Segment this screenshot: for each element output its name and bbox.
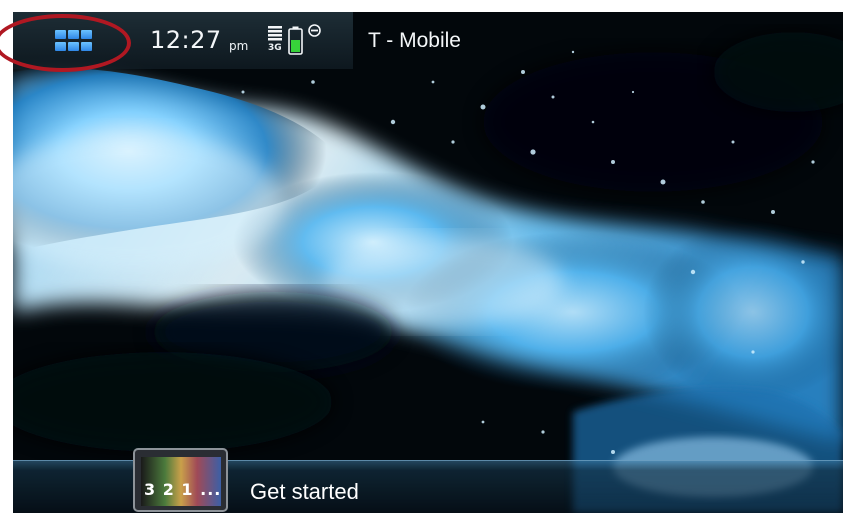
clock-ampm: pm — [229, 39, 249, 53]
clock-time[interactable]: 12:27 — [150, 25, 222, 55]
app-grid-icon — [55, 30, 92, 52]
app-menu-button[interactable] — [47, 26, 97, 54]
get-started-thumbnail[interactable]: 3 2 1 ... — [133, 448, 228, 512]
operator-name: T - Mobile — [368, 29, 461, 52]
get-started-thumbnail-text: 3 2 1 ... — [144, 480, 222, 499]
home-screen: 12:27 pm 3G T - Mobile 3 2 1 ... Get sta… — [13, 12, 843, 513]
wallpaper — [13, 12, 843, 513]
get-started-label[interactable]: Get started — [250, 477, 359, 507]
status-bar: 12:27 pm 3G T - Mobile — [13, 12, 843, 69]
battery-icon[interactable] — [288, 26, 303, 55]
network-type-label: 3G — [268, 43, 282, 53]
minus-circle-icon — [308, 24, 321, 37]
